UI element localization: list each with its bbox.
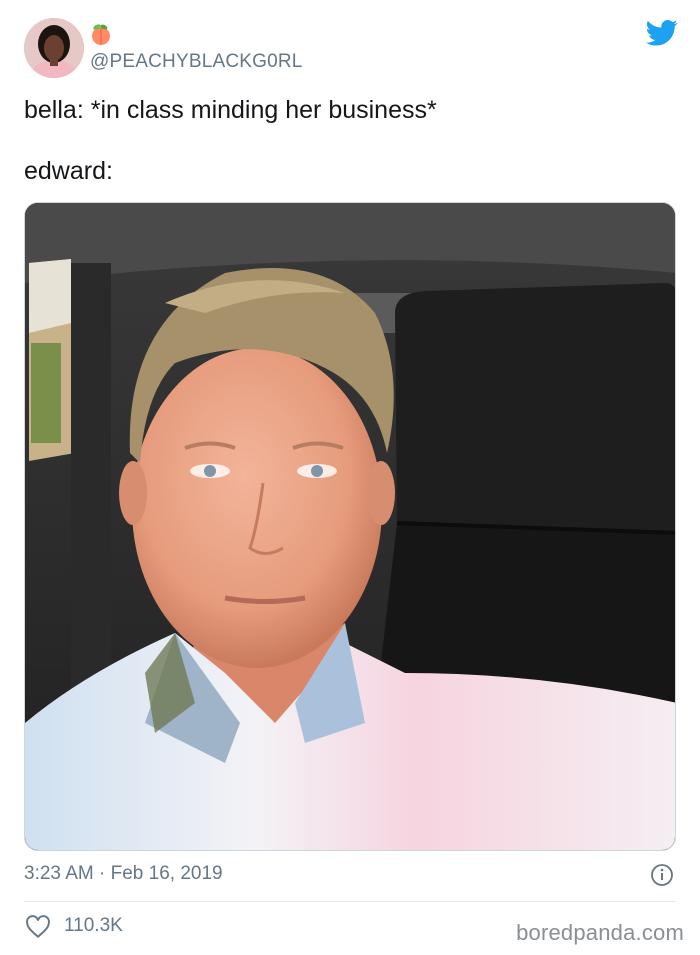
tweet-line-1: bella: *in class minding her business* <box>24 96 437 124</box>
info-icon[interactable] <box>650 863 674 887</box>
tweet-date: Feb 16, 2019 <box>110 863 223 884</box>
selfie-photo <box>25 203 675 850</box>
meta-separator: · <box>99 863 106 884</box>
peach-emoji-icon <box>92 24 110 45</box>
watermark: boredpanda.com <box>516 920 684 945</box>
tweet-media-photo[interactable] <box>24 202 676 851</box>
divider <box>24 901 676 902</box>
tweet-line-2: edward: <box>24 157 113 185</box>
heart-icon[interactable] <box>25 915 51 939</box>
twitter-bird-icon[interactable] <box>646 19 678 47</box>
like-count: 110.3K <box>64 915 123 936</box>
tweet-card: @PEACHYBLACKG0RL bella: *in class mindin… <box>0 0 700 955</box>
tweet-timestamp[interactable]: 3:23 AM · Feb 16, 2019 <box>24 863 223 885</box>
avatar-image <box>24 18 84 78</box>
tweet-text: bella: *in class minding her business* e… <box>24 94 437 187</box>
avatar[interactable] <box>24 18 84 78</box>
author-handle[interactable]: @PEACHYBLACKG0RL <box>90 51 303 73</box>
tweet-time: 3:23 AM <box>24 863 94 884</box>
